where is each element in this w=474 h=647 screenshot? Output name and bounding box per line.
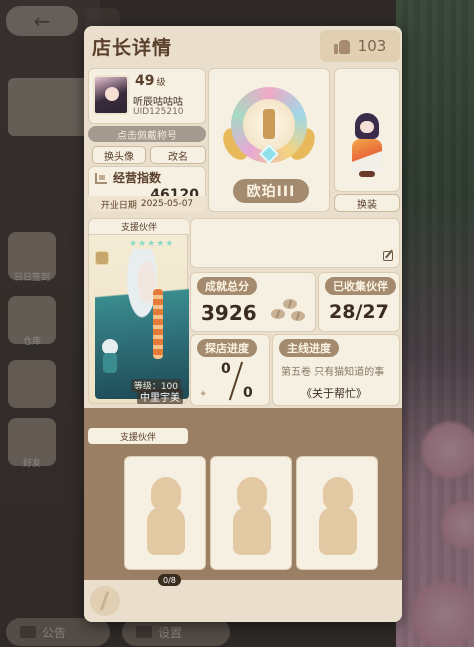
likes-count: 103 [357,37,387,55]
change-avatar-button[interactable]: 换头像 [92,146,146,164]
edit-icon[interactable] [383,251,393,261]
partner-name: 中里宇美 [137,389,183,404]
rank-label: 欧珀III [233,179,309,203]
empty-character-icon [231,477,273,555]
explore-total: 0 [243,385,253,401]
support-section-tag: 支援伙伴 [88,428,188,444]
owner-profile: 49 级 听辰咕咕咕 UID125210 [88,68,206,124]
support-slot[interactable] [124,456,206,570]
character-sprite [349,113,385,179]
dialog-title: 店长详情 [92,36,173,59]
collected-partners-card: 已收集伙伴 28/27 [318,272,400,332]
empty-character-icon [317,477,359,555]
rating-label: 经营指数 [113,171,162,185]
chart-icon [95,173,107,184]
support-slot[interactable] [210,456,292,570]
partner-chibi [99,339,121,375]
explore-progress-label: 探店进度 [197,339,257,357]
story-chapter: 第五卷 只有猫知道的事 [281,367,385,378]
story-title: 《关于帮忙》 [301,387,367,400]
open-date-value: 2025-05-07 [140,199,194,209]
count-badge: 0/8 [158,574,181,586]
likes-button[interactable]: 103 [320,30,400,62]
manager-detail-dialog: 店长详情 103 49 级 听辰咕咕咕 UID125210 点击佩戴称号 换头像 … [84,26,402,622]
divider [228,361,244,401]
change-outfit-button[interactable]: 换装 [334,194,400,212]
story-progress-label: 主线进度 [279,339,339,357]
collected-partners-label: 已收集伙伴 [325,277,396,295]
achievement-score-card: 成就总分 3926 [190,272,316,332]
partner-tag: 支援伙伴 [89,219,189,235]
open-date: 开业日期 2025-05-07 [88,196,206,212]
partner-stars: ★★★★★ [129,239,175,249]
thumbs-up-icon [333,38,350,54]
achievement-score-label: 成就总分 [197,277,257,295]
coffee-bean-icon [90,586,120,616]
owner-level: 49 级 [135,73,166,89]
rank-emblem-icon [217,83,321,167]
support-partner-card[interactable]: 支援伙伴 ★★★★★ 等级：100 中里宇美 [88,218,189,404]
support-slot[interactable] [296,456,378,570]
achievement-score-value: 3926 [201,301,257,325]
collected-partners-value: 28/27 [329,301,389,323]
avatar[interactable] [93,75,129,115]
partner-portrait [95,249,189,399]
element-icon [95,251,109,265]
dialog-footer: 0/8 [84,574,402,622]
story-progress-card: 主线进度 第五卷 只有猫知道的事 《关于帮忙》 [272,334,400,406]
explore-progress-card: 探店进度 0 0 ✦ [190,334,270,406]
owner-name: 听辰咕咕咕 [133,97,183,108]
coffee-bean-icon [269,297,307,325]
owner-uid: UID125210 [133,107,184,117]
empty-character-icon [145,477,187,555]
wear-title-button[interactable]: 点击佩戴称号 [88,126,206,142]
outfit-preview [334,68,400,192]
open-date-label: 开业日期 [100,200,137,211]
rank-emblem-card: 欧珀III [208,68,330,212]
owner-card: 49 级 听辰咕咕咕 UID125210 点击佩戴称号 换头像 改名 经营指数 4… [88,68,206,212]
signature-box[interactable] [190,218,400,268]
rename-button[interactable]: 改名 [150,146,206,164]
dialog-header: 店长详情 103 [84,26,402,66]
explore-current: 0 [221,361,231,377]
sparkle-icon: ✦ [199,389,208,400]
count-badge-text: 0/8 [163,575,176,585]
